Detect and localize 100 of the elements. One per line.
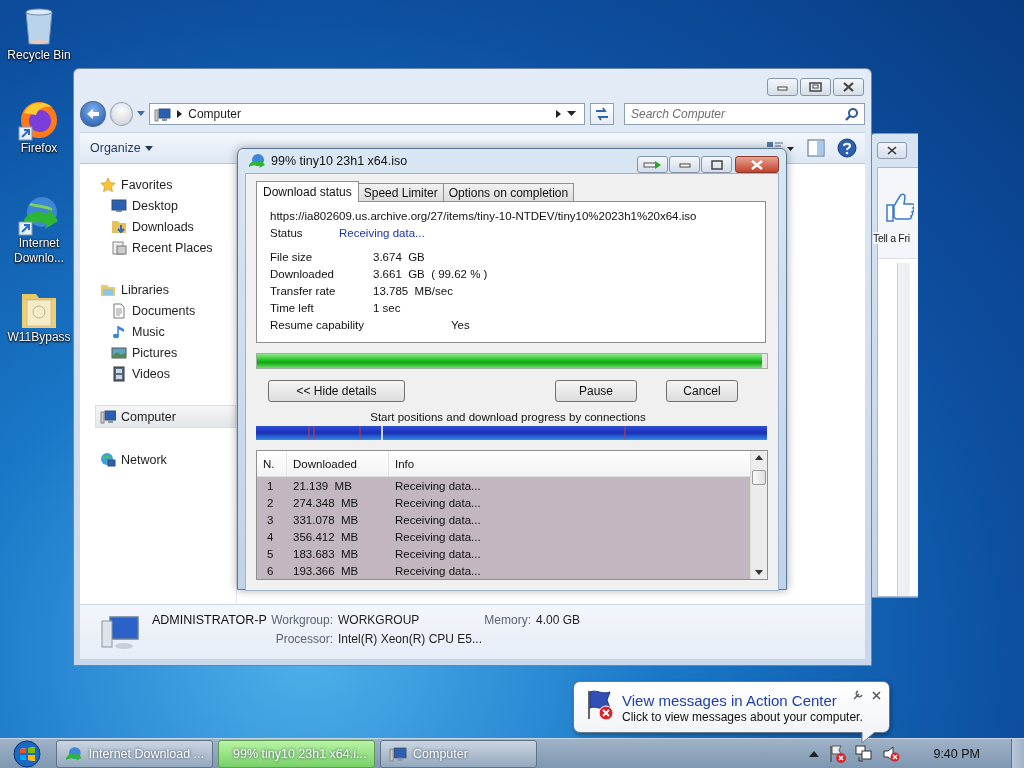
right-arrow-icon bbox=[642, 159, 663, 170]
table-cell-text: 274.348 MB bbox=[292, 496, 360, 509]
table-cell-text: 5 bbox=[266, 547, 275, 560]
status-value: Receiving data... bbox=[339, 226, 425, 239]
close-button[interactable] bbox=[735, 156, 779, 173]
toolbar-button[interactable]: Organize bbox=[90, 141, 153, 155]
close-button[interactable] bbox=[877, 142, 907, 159]
chevron-icon bbox=[556, 110, 562, 118]
nav-item[interactable]: Desktop bbox=[80, 195, 236, 216]
wrench-icon[interactable] bbox=[853, 690, 863, 700]
nav-item[interactable]: Libraries bbox=[80, 279, 236, 300]
toolbar-label[interactable]: Tell a Fri bbox=[873, 232, 910, 244]
star-icon bbox=[100, 176, 116, 193]
up-arrow-icon[interactable] bbox=[809, 750, 820, 757]
close-button[interactable] bbox=[833, 78, 864, 96]
scrollbar[interactable] bbox=[750, 451, 767, 579]
picture-icon bbox=[111, 344, 127, 361]
field-value: Intel(R) Xeon(R) CPU E5... bbox=[338, 631, 484, 647]
minimize-button[interactable] bbox=[767, 78, 798, 96]
scroll-down-icon[interactable] bbox=[755, 570, 763, 575]
close-button[interactable] bbox=[872, 689, 881, 701]
network-icon[interactable] bbox=[855, 744, 874, 763]
maximize-button[interactable] bbox=[800, 78, 831, 96]
desktop-icon-label[interactable]: W11Bypass bbox=[4, 330, 74, 345]
thumbs-up-icon bbox=[884, 190, 914, 224]
nav-item[interactable]: Favorites bbox=[80, 174, 236, 195]
table-cell-text: Receiving data... bbox=[394, 496, 482, 509]
table-cell-text: Receiving data... bbox=[394, 513, 482, 526]
maximize-icon bbox=[808, 81, 823, 93]
column-header[interactable]: Downloaded bbox=[287, 451, 389, 476]
network-icon bbox=[100, 451, 116, 468]
globe-arrow-icon[interactable] bbox=[18, 194, 60, 236]
notification-text: Click to view messages about your computer. bbox=[622, 710, 863, 724]
maximize-button[interactable] bbox=[701, 156, 732, 173]
minimize-button[interactable] bbox=[669, 156, 700, 173]
notification-title[interactable]: View messages in Action Center bbox=[622, 692, 863, 709]
field-label: File size bbox=[270, 250, 314, 263]
table-cell-text: 2 bbox=[266, 496, 275, 509]
send-to-tray-button[interactable] bbox=[637, 156, 668, 173]
table-cell-text: Receiving data... bbox=[394, 530, 482, 543]
desktop-icon-label[interactable]: Firefox bbox=[4, 141, 74, 156]
flag-icon[interactable] bbox=[828, 743, 847, 764]
field-label: Downloaded bbox=[270, 267, 335, 280]
table-cell-text: 183.683 MB bbox=[292, 547, 360, 560]
field-label: Memory: bbox=[483, 612, 531, 628]
tab[interactable]: Speed Limiter bbox=[357, 183, 444, 201]
notification-balloon[interactable]: View messages in Action Center Click to view messages about your computer. bbox=[573, 681, 890, 733]
connections-caption: Start positions and download progress by connections bbox=[369, 411, 647, 423]
scroll-up-icon[interactable] bbox=[755, 455, 763, 460]
speaker-muted-icon[interactable] bbox=[882, 744, 901, 763]
back-button[interactable] bbox=[80, 101, 106, 127]
refresh-icon bbox=[594, 107, 611, 121]
tab[interactable]: Options on completion bbox=[442, 183, 575, 201]
nav-item[interactable]: Recent Places bbox=[80, 237, 236, 258]
desktop-icon-label[interactable]: Internet Downlo... bbox=[8, 236, 70, 266]
search-icon bbox=[845, 107, 859, 121]
address-field[interactable]: Computer bbox=[149, 103, 586, 125]
nav-item[interactable]: Computer bbox=[95, 405, 236, 428]
scrollbar[interactable] bbox=[897, 263, 910, 596]
nav-item[interactable]: Pictures bbox=[80, 342, 236, 363]
search-field[interactable]: Search Computer bbox=[624, 103, 865, 125]
dropdown-icon bbox=[144, 145, 153, 151]
field-value: 3.674 GB bbox=[373, 250, 425, 263]
nav-item[interactable]: Documents bbox=[80, 300, 236, 321]
computer-icon bbox=[389, 745, 407, 762]
desktop-icon-label[interactable]: Recycle Bin bbox=[4, 48, 74, 63]
nav-item[interactable]: Music bbox=[80, 321, 236, 342]
computer-icon bbox=[100, 615, 140, 651]
scroll-thumb[interactable] bbox=[752, 470, 766, 485]
window-title: 99% tiny10 23h1 x64.iso bbox=[271, 154, 409, 168]
field-label: Processor: bbox=[274, 631, 333, 647]
field-label: Workgroup: bbox=[270, 612, 333, 628]
show-desktop-button[interactable] bbox=[1011, 739, 1024, 768]
help-icon[interactable] bbox=[837, 138, 857, 158]
address-text: Computer bbox=[188, 107, 242, 121]
nav-item[interactable]: Videos bbox=[80, 363, 236, 384]
dialog-button[interactable]: Pause bbox=[555, 380, 637, 402]
table-cell-text: 4 bbox=[266, 530, 275, 543]
column-header[interactable]: Info bbox=[389, 451, 750, 476]
close-icon bbox=[751, 159, 763, 170]
table-cell-text: Receiving data... bbox=[394, 564, 482, 577]
film-icon bbox=[111, 365, 127, 382]
table-cell-text: 356.412 MB bbox=[292, 530, 360, 543]
tab[interactable]: Download status bbox=[256, 181, 359, 202]
close-icon bbox=[872, 691, 881, 700]
nav-item[interactable]: Network bbox=[80, 449, 236, 470]
table-cell-text: 193.366 MB bbox=[292, 564, 360, 577]
refresh-button[interactable] bbox=[590, 103, 614, 125]
table-cell-text: 331.078 MB bbox=[292, 513, 360, 526]
dialog-button[interactable]: Cancel bbox=[666, 380, 738, 402]
dialog-button[interactable]: << Hide details bbox=[268, 380, 405, 402]
clock[interactable]: 9:40 PM bbox=[933, 746, 980, 761]
dropdown-icon[interactable] bbox=[567, 111, 577, 117]
computer-icon bbox=[100, 408, 116, 425]
minimize-icon bbox=[678, 160, 691, 169]
nav-item[interactable]: Downloads bbox=[80, 216, 236, 237]
start-orb-icon[interactable] bbox=[10, 739, 44, 768]
table-cell-text: 3 bbox=[266, 513, 275, 526]
column-header[interactable]: N. bbox=[257, 451, 287, 476]
firefox-icon[interactable] bbox=[18, 99, 60, 141]
